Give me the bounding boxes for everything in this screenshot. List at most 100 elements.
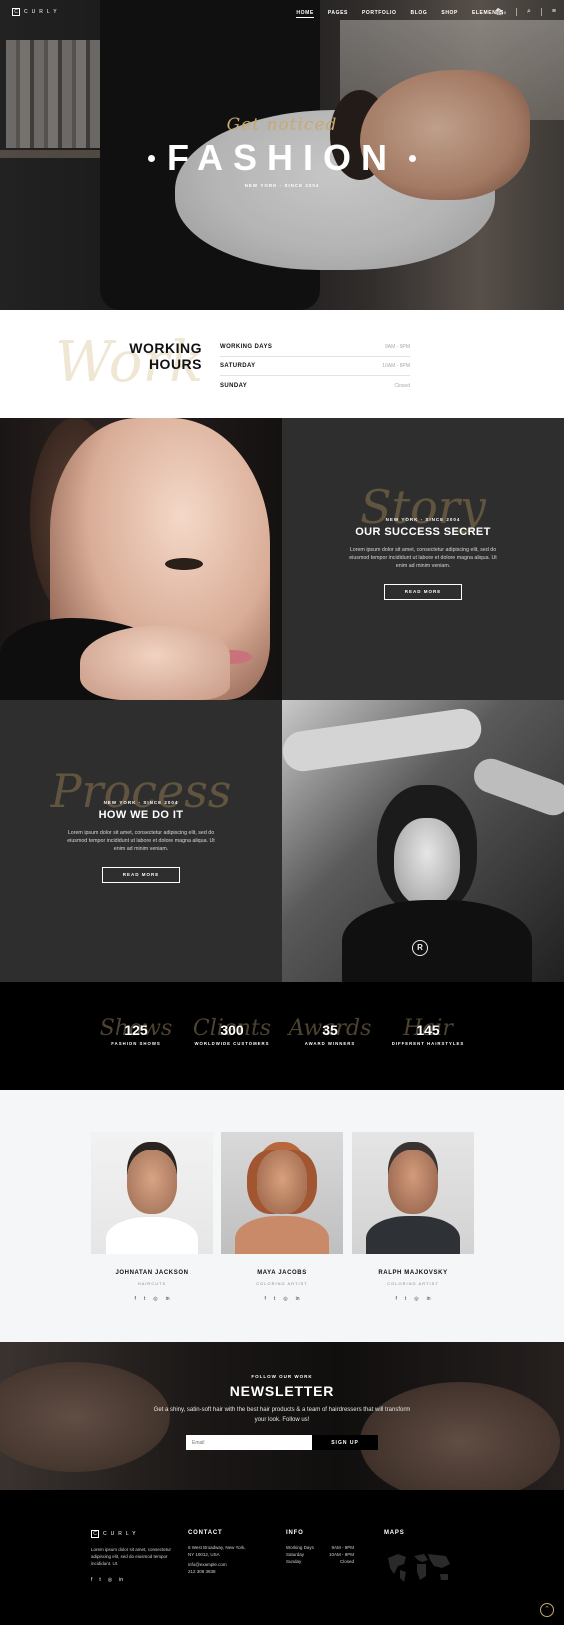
nav-menu: HOME PAGES PORTFOLIO BLOG SHOP ELEMENTS: [296, 10, 504, 18]
hours-row: SUNDAY Closed: [220, 376, 410, 395]
model-portrait-image: [0, 418, 282, 700]
nav-item-shop[interactable]: SHOP: [441, 10, 458, 18]
site-logo[interactable]: C CURLY: [12, 8, 61, 16]
nav-item-portfolio[interactable]: PORTFOLIO: [362, 10, 397, 18]
team-member-role: COLORING ARTIST: [387, 1281, 439, 1286]
linkedin-icon[interactable]: in: [119, 1577, 123, 1583]
twitter-icon[interactable]: t: [99, 1577, 100, 1583]
team-member-photo[interactable]: [352, 1132, 474, 1254]
stylist-arm: [282, 706, 484, 774]
facebook-icon[interactable]: f: [91, 1577, 92, 1583]
success-panel: Story NEW YORK - SINCE 2004 OUR SUCCESS …: [282, 418, 564, 700]
process-panel: Process NEW YORK - SINCE 2004 HOW WE DO …: [0, 700, 282, 982]
hero-title-block: Get noticed FASHION NEW YORK - SINCE 200…: [0, 115, 564, 188]
linkedin-icon[interactable]: in: [166, 1296, 170, 1302]
footer-contact-line: NY 10012, USA: [188, 1552, 220, 1557]
client-cape: [342, 900, 532, 982]
nav-item-blog[interactable]: BLOG: [411, 10, 428, 18]
team-member-card: RALPH MAJKOVSKY COLORING ARTIST f t ◎ in: [352, 1132, 474, 1302]
photo-head: [257, 1150, 307, 1214]
newsletter-form: SIGN UP: [0, 1435, 564, 1450]
stylist-arm: [469, 753, 564, 821]
team-member-name: RALPH MAJKOVSKY: [378, 1270, 448, 1276]
success-read-more-button[interactable]: READ MORE: [384, 584, 462, 600]
footer-contact-phone[interactable]: 212 308 3838: [188, 1568, 246, 1575]
hero-script-text: Get noticed: [226, 115, 338, 135]
hours-day: WORKING DAYS: [220, 344, 273, 350]
team-member-social: f t ◎ in: [352, 1296, 474, 1302]
salon-bw-image: R: [282, 700, 564, 982]
newsletter-text: Get a shiny, satin-soft hair with the be…: [153, 1407, 411, 1423]
newsletter-content: FOLLOW OUR WORK NEWSLETTER Get a shiny, …: [0, 1374, 564, 1450]
linkedin-icon[interactable]: in: [427, 1296, 431, 1302]
team-member-photo[interactable]: [91, 1132, 213, 1254]
cart-icon[interactable]: 🛍0: [495, 8, 506, 16]
nav-item-home[interactable]: HOME: [296, 10, 314, 18]
footer-contact-title: CONTACT: [188, 1530, 223, 1536]
nav-divider: [515, 8, 517, 16]
instagram-icon[interactable]: ◎: [153, 1296, 157, 1302]
footer-hours-time: 9AM - 9PM: [331, 1545, 354, 1550]
scroll-to-top-icon[interactable]: ⌃: [540, 1603, 554, 1617]
hero-dot-right: [409, 154, 416, 162]
footer-contact-email[interactable]: info@example.com: [188, 1561, 246, 1568]
newsletter-kicker: FOLLOW OUR WORK: [251, 1374, 313, 1379]
nav-divider: [540, 8, 542, 16]
footer-maps-title: MAPS: [384, 1530, 405, 1536]
hero-dot-left: [147, 154, 155, 162]
hours-time: Closed: [394, 382, 410, 389]
instagram-icon[interactable]: ◎: [414, 1296, 418, 1302]
instagram-icon[interactable]: ◎: [108, 1577, 112, 1583]
team-member-social: f t ◎ in: [91, 1296, 213, 1302]
instagram-icon[interactable]: ◎: [283, 1296, 287, 1302]
stat-item: Hair 145 DIFFERENT HAIRSTYLES: [368, 1016, 488, 1046]
hours-table: WORKING DAYS 9AM - 9PM SATURDAY 10AM - 8…: [220, 338, 410, 395]
process-section: Process NEW YORK - SINCE 2004 HOW WE DO …: [0, 700, 564, 982]
logo-text: CURLY: [24, 9, 61, 15]
team-member-photo[interactable]: [221, 1132, 343, 1254]
cart-count: 0: [503, 10, 506, 15]
twitter-icon[interactable]: t: [144, 1296, 145, 1302]
photo-body: [366, 1216, 460, 1254]
footer-logo[interactable]: C CURLY: [91, 1530, 181, 1538]
search-icon[interactable]: ⌕: [527, 8, 531, 16]
footer-hours-row: Saturday 10AM - 8PM: [286, 1551, 354, 1558]
team-member-card: MAYA JACOBS COLORING ARTIST f t ◎ in: [221, 1132, 343, 1302]
footer-hours-day: Sunday: [286, 1559, 302, 1564]
main-nav: C CURLY HOME PAGES PORTFOLIO BLOG SHOP E…: [0, 0, 564, 26]
facebook-icon[interactable]: f: [395, 1296, 396, 1302]
footer-logo-text: CURLY: [103, 1531, 140, 1537]
world-map-icon[interactable]: [384, 1548, 454, 1588]
process-read-more-button[interactable]: READ MORE: [102, 867, 180, 883]
footer-about-text: Lorem ipsum dolor sit amet, consectetur …: [91, 1547, 172, 1566]
hours-day: SUNDAY: [220, 382, 248, 389]
footer-hours-time: Closed: [339, 1559, 354, 1564]
process-heading: HOW WE DO IT: [98, 809, 184, 821]
hero-title: FASHION: [166, 137, 397, 178]
process-content: NEW YORK - SINCE 2004 HOW WE DO IT Lorem…: [0, 800, 282, 883]
process-text: Lorem ipsum dolor sit amet, consectetur …: [67, 830, 215, 852]
team-member-card: JOHNATAN JACKSON HAIRCUTS f t ◎ in: [91, 1132, 213, 1302]
model-hand: [80, 626, 230, 700]
newsletter-signup-button[interactable]: SIGN UP: [312, 1435, 378, 1450]
twitter-icon[interactable]: t: [274, 1296, 275, 1302]
photo-head: [388, 1150, 438, 1214]
facebook-icon[interactable]: f: [134, 1296, 135, 1302]
hours-title: WORKING HOURS: [120, 340, 202, 372]
hero-section: C CURLY HOME PAGES PORTFOLIO BLOG SHOP E…: [0, 0, 564, 310]
hours-day: SATURDAY: [220, 363, 256, 369]
team-member-role: COLORING ARTIST: [256, 1281, 308, 1286]
nav-item-pages[interactable]: PAGES: [328, 10, 348, 18]
newsletter-heading: NEWSLETTER: [229, 1383, 335, 1399]
hours-row: SATURDAY 10AM - 8PM: [220, 357, 410, 376]
working-hours-section: Work WORKING HOURS WORKING DAYS 9AM - 9P…: [0, 310, 564, 418]
menu-icon[interactable]: ≡: [552, 8, 556, 16]
photo-head: [127, 1150, 177, 1214]
facebook-icon[interactable]: f: [264, 1296, 265, 1302]
linkedin-icon[interactable]: in: [296, 1296, 300, 1302]
footer-hours-day: Working Days: [286, 1545, 314, 1550]
twitter-icon[interactable]: t: [405, 1296, 406, 1302]
newsletter-email-input[interactable]: [186, 1435, 312, 1450]
footer-logo-mark: C: [91, 1530, 99, 1538]
newsletter-section: FOLLOW OUR WORK NEWSLETTER Get a shiny, …: [0, 1342, 564, 1490]
